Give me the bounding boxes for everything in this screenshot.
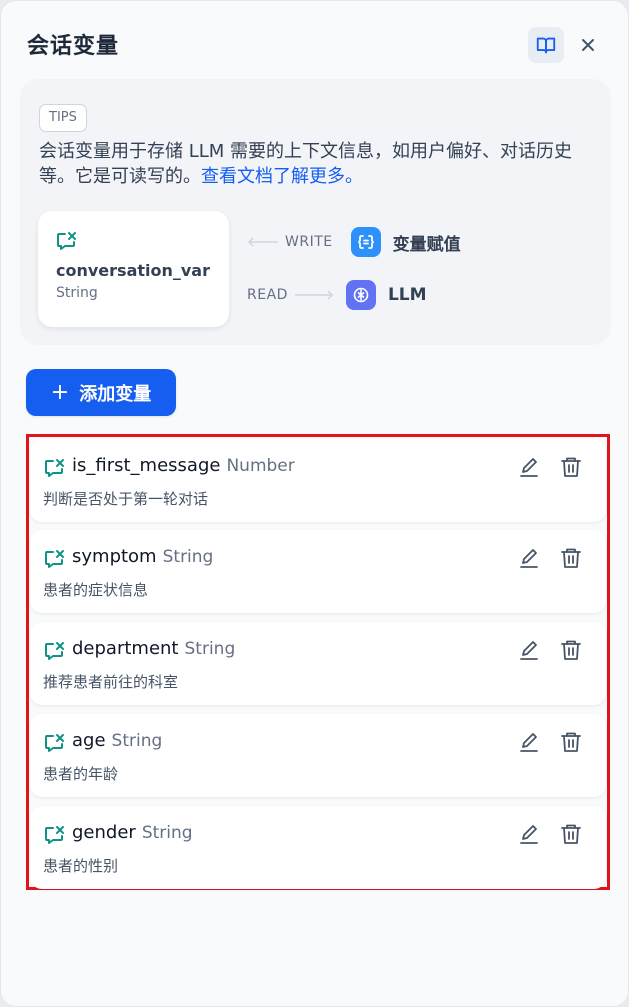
variable-description: 患者的症状信息 (43, 581, 149, 599)
conversation-variable-icon (45, 550, 64, 568)
variable-type: String (141, 823, 193, 843)
trash-icon (561, 732, 581, 752)
edit-variable-button[interactable] (517, 546, 543, 572)
variable-type: String (162, 547, 214, 567)
llm-node-icon (345, 280, 376, 310)
add-variable-button[interactable]: + 添加变量 (26, 369, 176, 416)
variable-name: is_first_message (72, 455, 221, 476)
tips-box: TIPS 会话变量用于存储 LLM 需要的上下文信息，如用户偏好、对话历史等。它… (20, 79, 611, 345)
docs-button[interactable] (528, 27, 564, 63)
variable-item: gender String 患者的性别 (30, 806, 606, 889)
read-flow: READ LLM (247, 279, 427, 311)
close-button[interactable] (575, 27, 601, 63)
variable-description: 患者的年龄 (43, 765, 119, 783)
variable-description: 患者的性别 (43, 857, 119, 875)
delete-variable-button[interactable] (559, 455, 585, 481)
variable-item: is_first_message Number 判断是否处于第一轮对话 (30, 439, 606, 522)
variable-type: Number (226, 456, 295, 476)
variable-description: 判断是否处于第一轮对话 (43, 490, 209, 508)
trash-icon (561, 824, 581, 844)
book-icon (536, 37, 556, 54)
variable-header: is_first_message Number (72, 455, 295, 476)
conversation-variable-icon (57, 232, 76, 250)
variable-header: gender String (72, 822, 193, 843)
close-icon (582, 39, 594, 51)
delete-variable-button[interactable] (559, 638, 585, 664)
variable-header: age String (72, 730, 162, 751)
panel-header: 会话变量 (27, 27, 608, 63)
variable-name: age (72, 730, 106, 751)
read-label: READ (247, 287, 288, 303)
variable-item: age String 患者的年龄 (30, 714, 606, 797)
llm-node-name: LLM (387, 285, 427, 305)
plus-icon: + (50, 380, 70, 405)
arrow-left-icon (247, 237, 278, 247)
variable-type: String (184, 639, 236, 659)
add-variable-label: 添加变量 (79, 383, 152, 405)
variable-item: department String 推荐患者前往的科室 (30, 622, 606, 705)
tips-description: 会话变量用于存储 LLM 需要的上下文信息，如用户偏好、对话历史等。它是可读写的… (39, 139, 589, 189)
variable-header: symptom String (72, 546, 213, 567)
variable-name: symptom (72, 546, 157, 567)
docs-link[interactable]: 查看文档了解更多。 (201, 166, 363, 187)
edit-icon (520, 549, 538, 568)
example-variable-type: String (56, 285, 98, 301)
conversation-variable-icon (45, 642, 64, 660)
conversation-variable-icon (45, 826, 64, 844)
write-flow: WRITE 变量赋值 (247, 226, 461, 258)
edit-variable-button[interactable] (517, 822, 543, 848)
trash-icon (561, 457, 581, 477)
variable-header: department String (72, 638, 235, 659)
arrow-right-icon (294, 290, 333, 300)
conversation-variable-icon (45, 459, 64, 477)
delete-variable-button[interactable] (559, 546, 585, 572)
panel-title: 会话变量 (27, 34, 120, 59)
variable-item: symptom String 患者的症状信息 (30, 530, 606, 613)
variable-name: department (72, 638, 179, 659)
edit-icon (520, 641, 538, 660)
edit-icon (520, 458, 538, 477)
variable-assigner-node-icon (350, 227, 381, 257)
edit-icon (520, 733, 538, 752)
conversation-variables-panel: 会话变量 TIPS 会话变量用于存储 LLM 需要的上下文信息，如用户偏好、对话… (0, 0, 629, 1007)
example-variable-name: conversation_var (56, 261, 210, 280)
variable-type: String (111, 731, 163, 751)
delete-variable-button[interactable] (559, 730, 585, 756)
edit-variable-button[interactable] (517, 730, 543, 756)
tips-badge: TIPS (39, 104, 87, 132)
variable-list: is_first_message Number 判断是否处于第一轮对话 symptom… (26, 434, 610, 890)
edit-variable-button[interactable] (517, 455, 543, 481)
edit-variable-button[interactable] (517, 638, 543, 664)
trash-icon (561, 548, 581, 568)
delete-variable-button[interactable] (559, 822, 585, 848)
variable-name: gender (72, 822, 136, 843)
write-label: WRITE (285, 234, 333, 250)
conversation-variable-icon (45, 734, 64, 752)
variable-description: 推荐患者前往的科室 (43, 673, 179, 691)
example-variable-card: conversation_var String (38, 211, 229, 327)
trash-icon (561, 640, 581, 660)
edit-icon (520, 825, 538, 844)
variable-assigner-node-name: 变量赋值 (392, 234, 461, 255)
